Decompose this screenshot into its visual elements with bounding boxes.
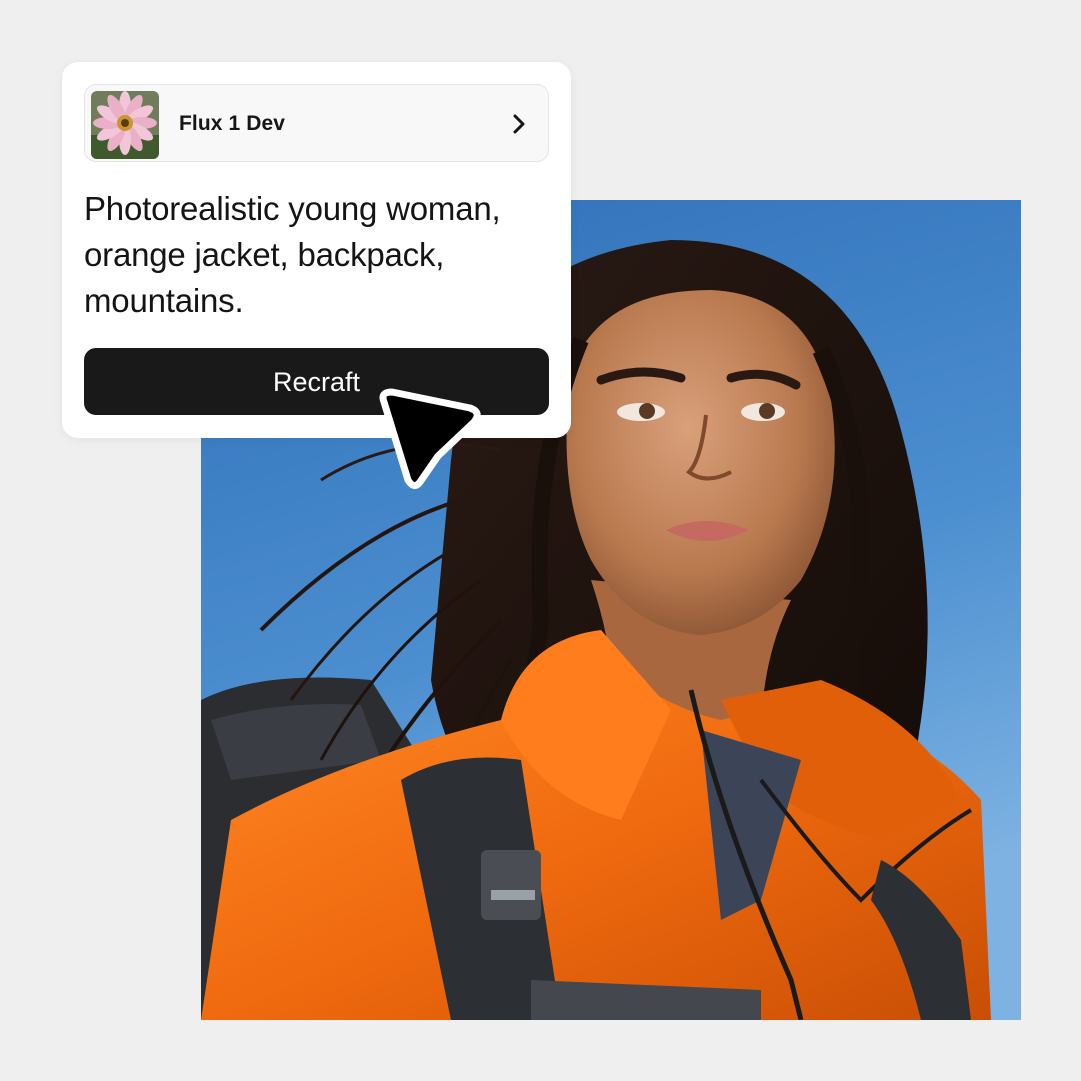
model-selector[interactable]: Flux 1 Dev <box>84 84 549 162</box>
canvas: Flux 1 Dev Photorealistic young woman, o… <box>0 0 1081 1081</box>
model-name: Flux 1 Dev <box>179 112 286 135</box>
recraft-button[interactable]: Recraft <box>84 348 549 415</box>
chevron-right-icon <box>513 114 525 134</box>
flower-thumbnail-icon <box>91 91 159 159</box>
prompt-card: Flux 1 Dev Photorealistic young woman, o… <box>62 62 571 438</box>
prompt-text[interactable]: Photorealistic young woman, orange jacke… <box>84 186 554 324</box>
